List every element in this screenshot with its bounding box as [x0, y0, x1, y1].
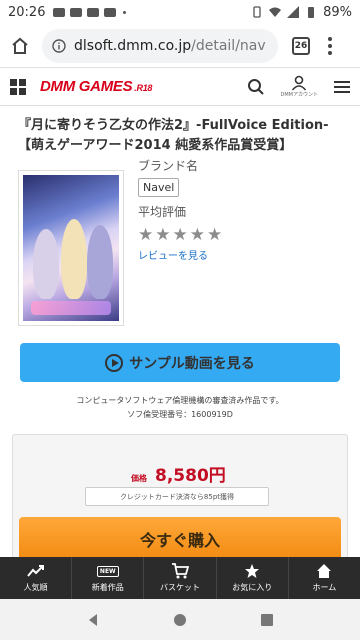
sample-video-label: サンプル動画を見る: [129, 355, 255, 372]
browser-toolbar: dlsoft.dmm.co.jp/detail/nav 26: [0, 24, 360, 68]
account-button[interactable]: DMMアカウント: [281, 75, 318, 98]
nav-basket-label: バスケット: [160, 583, 200, 592]
product-info: ブランド名 Navel 平均評価 ★ ★ ★ ★ ★ レビューを見る: [138, 157, 338, 262]
product-title: 『月に寄りそう乙女の作法2』-FullVoice Edition-【萌えゲーアワ…: [18, 118, 329, 153]
vibrate-icon: [253, 6, 261, 18]
sample-video-button[interactable]: サンプル動画を見る: [20, 343, 340, 382]
star-icon: ★: [138, 225, 154, 245]
rating-label: 平均評価: [138, 205, 187, 219]
system-nav-bar: [0, 599, 360, 640]
browser-menu-button[interactable]: [324, 36, 336, 55]
ethics-notice: コンピュータソフトウェア倫理機構の審査済み作品です。 ソフ倫受理番号：16009…: [0, 394, 360, 422]
home-icon: [12, 37, 28, 54]
nav-popular[interactable]: 人気順: [0, 557, 73, 599]
nav-home-label: ホーム: [312, 583, 337, 592]
browser-home-button[interactable]: [6, 32, 34, 60]
user-icon: [292, 75, 307, 91]
status-time: 20:26: [8, 4, 46, 20]
wifi-icon: [269, 7, 282, 17]
logo-text: DMM GAMES: [40, 78, 133, 95]
info-icon: [52, 38, 66, 53]
nav-new-label: 新着作品: [91, 583, 124, 592]
star-icon: ★: [155, 225, 171, 245]
bottom-nav: 人気順 NEW 新着作品 バスケット お気に入り ホーム: [0, 557, 360, 599]
logo-suffix: .R18: [134, 83, 153, 93]
nav-popular-label: 人気順: [23, 583, 48, 592]
home-icon: [317, 564, 332, 578]
price-value: 8,580円: [155, 466, 226, 486]
star-icon: ★: [207, 225, 223, 245]
cart-icon: [172, 563, 189, 579]
rating-stars: ★ ★ ★ ★ ★: [138, 225, 338, 245]
url-path: /detail/nav: [191, 37, 266, 54]
points-note: クレジットカード決済なら85pt獲得: [85, 487, 269, 506]
game-icon: [70, 7, 83, 17]
star-icon: ★: [189, 225, 205, 245]
product-cover-image[interactable]: [18, 170, 124, 326]
price-label: 価格: [131, 474, 147, 483]
purchase-box: 価格 8,580円 クレジットカード決済なら85pt獲得 今すぐ購入: [12, 434, 348, 564]
price-row: 価格 8,580円: [131, 461, 226, 486]
hamburger-menu-icon[interactable]: [334, 80, 350, 94]
signal-icon: [287, 6, 300, 18]
nav-home[interactable]: ホーム: [289, 557, 360, 599]
buy-now-button[interactable]: 今すぐ購入: [19, 517, 341, 561]
search-icon[interactable]: [247, 78, 265, 96]
tab-count: 26: [294, 40, 308, 51]
play-icon: [105, 353, 124, 372]
apps-grid-icon[interactable]: [10, 78, 26, 95]
site-logo[interactable]: DMM GAMES .R18: [40, 78, 152, 95]
battery-icon: [308, 7, 315, 18]
back-icon[interactable]: [86, 613, 100, 627]
address-bar[interactable]: dlsoft.dmm.co.jp/detail/nav: [42, 28, 278, 63]
account-label: DMMアカウント: [280, 92, 318, 98]
trending-icon: [26, 565, 44, 577]
new-badge-icon: NEW: [96, 565, 119, 577]
brand-label: ブランド名: [138, 159, 199, 173]
tab-switcher-button[interactable]: 26: [292, 36, 310, 55]
notice-line-2: ソフ倫受理番号：1600919D: [127, 410, 233, 419]
review-link[interactable]: レビューを見る: [138, 247, 338, 262]
site-header: DMM GAMES .R18 DMMアカウント: [0, 68, 360, 106]
youtube-icon: [53, 7, 66, 17]
more-dot-icon: [123, 10, 127, 14]
star-icon: [245, 564, 260, 578]
cover-artwork: [23, 175, 119, 321]
url-host: dlsoft.dmm.co.jp: [74, 37, 192, 54]
recents-icon[interactable]: [260, 613, 274, 627]
nav-favorites[interactable]: お気に入り: [217, 557, 289, 599]
brand-tag[interactable]: Navel: [138, 178, 180, 197]
nav-new[interactable]: NEW 新着作品: [72, 557, 145, 599]
status-bar: 20:26 89%: [0, 0, 360, 24]
game-icon: [104, 7, 117, 17]
battery-percent: 89%: [323, 4, 352, 20]
star-icon: ★: [172, 225, 188, 245]
notification-icons: [53, 7, 127, 17]
nav-favorites-label: お気に入り: [232, 583, 273, 592]
home-circle-icon[interactable]: [173, 613, 187, 627]
nav-basket[interactable]: バスケット: [144, 557, 217, 599]
game-icon: [87, 7, 100, 17]
notice-line-1: コンピュータソフトウェア倫理機構の審査済み作品です。: [76, 396, 284, 405]
